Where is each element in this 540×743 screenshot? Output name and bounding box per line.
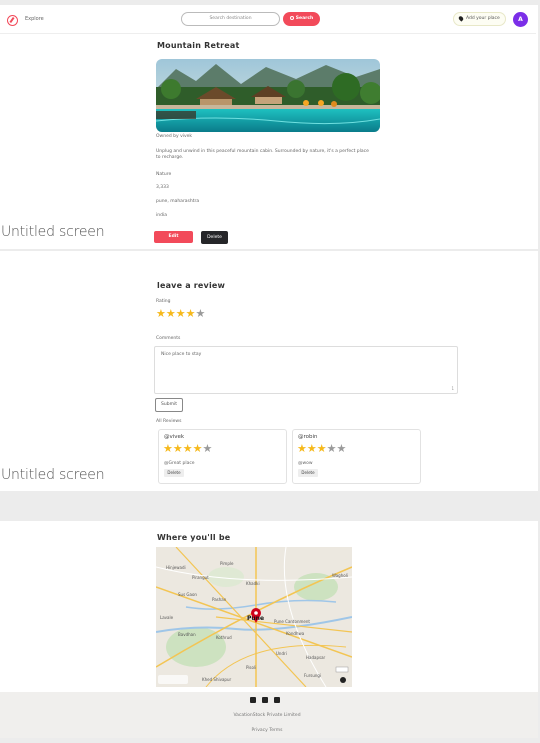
rating-label: Rating [156, 299, 171, 304]
map-place-label: Lavale [160, 615, 174, 620]
review-card: @robin ★ ★ ★ ★ ★ @wow Delete [292, 429, 421, 484]
add-place-button[interactable]: Add your place [453, 12, 506, 26]
star-icon: ★ [172, 442, 183, 455]
comments-label: Comments [156, 336, 181, 341]
facebook-icon[interactable] [250, 697, 256, 703]
delete-button[interactable]: Delete [201, 231, 228, 244]
owner-text: Owned by vivek [156, 134, 193, 139]
star-icon: ★ [336, 442, 347, 455]
add-place-label: Add your place [466, 16, 500, 21]
search-input[interactable]: Search destination [181, 12, 280, 26]
char-counter: 1 [451, 386, 454, 391]
review-author: @robin [298, 434, 318, 440]
screen-label: Untitled screen [1, 224, 105, 240]
submit-button[interactable]: Submit [155, 398, 183, 412]
search-button[interactable]: Search [283, 12, 320, 26]
review-heading: leave a review [157, 281, 226, 290]
location-text: pune, maharashtra [156, 199, 200, 204]
map-city-label: Pune [247, 615, 265, 622]
review-comment: @wow [298, 461, 313, 466]
map-heading: Where you'll be [157, 533, 231, 542]
map-place-label: Undri [276, 651, 287, 656]
map-place-label: Pimple [220, 561, 234, 566]
map-place-label: Fursungi [304, 673, 322, 678]
map-place-label: Pisoli [246, 665, 257, 670]
star-icon: ★ [326, 442, 337, 455]
linkedin-icon[interactable] [274, 697, 280, 703]
star-icon: ★ [297, 442, 307, 455]
map-place-label: Pashan [212, 597, 227, 602]
all-reviews-label: All Reviews [156, 419, 182, 424]
listing-title: Mountain Retreat [157, 41, 240, 50]
star-icon[interactable]: ★ [156, 308, 166, 319]
map-place-label: Hinjewadi [166, 565, 186, 570]
star-icon: ★ [316, 442, 327, 455]
star-icon: ★ [163, 442, 173, 455]
review-stars: ★ ★ ★ ★ ★ [163, 443, 212, 454]
map-place-label: Khed Shivapur [202, 677, 232, 682]
star-icon: ★ [182, 442, 193, 455]
review-stars: ★ ★ ★ ★ ★ [297, 443, 346, 454]
star-icon[interactable]: ★ [166, 308, 176, 319]
review-delete-button[interactable]: Delete [298, 469, 318, 477]
map-pin-icon [457, 15, 465, 22]
navbar: Explore Search destination Search Add yo… [0, 5, 536, 34]
country-text: india [156, 213, 167, 218]
price-text: 3,333 [156, 185, 169, 190]
explore-link[interactable]: Explore [25, 16, 44, 22]
review-screen: leave a review Rating ★ ★ ★ ★ ★ Comments… [0, 251, 538, 491]
map-place-label: Sus Gaon [178, 592, 197, 597]
review-comment: @Great place [164, 461, 195, 466]
listing-image [156, 59, 380, 132]
map-place-label: Pune Cantonment [274, 619, 310, 624]
comment-textarea[interactable]: Nice place to stay 1 [154, 346, 458, 394]
star-icon[interactable]: ★ [186, 308, 196, 319]
star-icon: ★ [192, 442, 203, 455]
category-text: Nature [156, 172, 172, 177]
map-screen: Where you'll be Hinjewadi Sus Gaon Laval… [0, 521, 538, 738]
star-icon[interactable]: ★ [176, 308, 186, 319]
screen-label: Untitled screen [1, 467, 105, 483]
footer-links[interactable]: Privacy Terms [0, 728, 534, 733]
map-place-label: Wagholi [332, 573, 348, 578]
instagram-icon[interactable] [262, 697, 268, 703]
avatar[interactable]: A [513, 12, 528, 27]
search-button-label: Search [295, 16, 314, 21]
map-place-label: Kothrud [216, 635, 232, 640]
review-author: @vivek [164, 434, 185, 440]
rating-stars[interactable]: ★ ★ ★ ★ ★ [156, 308, 205, 319]
review-card: @vivek ★ ★ ★ ★ ★ @Great place Delete [158, 429, 287, 484]
company-name: VacationStock Private Limited [233, 713, 301, 718]
review-delete-button[interactable]: Delete [164, 469, 184, 477]
star-icon[interactable]: ★ [196, 308, 206, 319]
compass-logo-icon[interactable] [7, 15, 18, 26]
description-text: Unplug and unwind in this peaceful mount… [156, 149, 369, 160]
comment-value: Nice place to stay [161, 352, 202, 357]
map-place-label: Bavdhan [178, 632, 196, 637]
map-place-label: Khadki [246, 581, 260, 586]
search-icon [289, 15, 294, 20]
location-map[interactable]: Hinjewadi Sus Gaon Lavale Bavdhan Kothru… [156, 547, 352, 687]
listing-screen: Explore Search destination Search Add yo… [0, 5, 538, 249]
map-place-label: Kondhwa [286, 631, 305, 636]
map-place-label: Hadapsar [306, 655, 326, 660]
star-icon: ★ [202, 442, 213, 455]
edit-button[interactable]: Edit [154, 231, 193, 243]
footer: VacationStock Private Limited Privacy Te… [0, 692, 538, 738]
star-icon: ★ [306, 442, 317, 455]
map-place-label: Pirangut [192, 575, 209, 580]
